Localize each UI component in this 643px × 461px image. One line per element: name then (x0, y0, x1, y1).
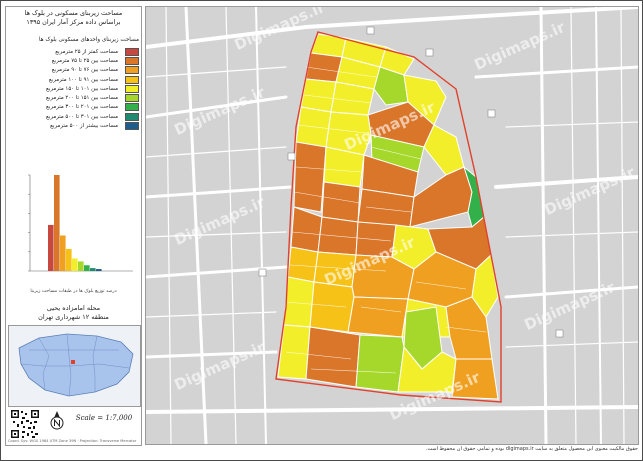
north-arrow-icon (50, 411, 64, 430)
neighborhood-name: محله امامزاده یحیی (46, 304, 101, 312)
legend-item: مساحت بین ۲۵ تا ۷۵ مترمربع (8, 56, 139, 65)
district-name: منطقه ۱۲ شهرداری تهران (38, 313, 109, 321)
panel-title-line2: براساس داده مرکز آمار ایران ۱۳۹۵ (26, 18, 121, 26)
legend-label: مساحت بین ۱۰۱ تا ۱۵۰ مترمربع (45, 85, 118, 92)
legend-swatch (125, 47, 139, 56)
legend-title: مساحت زیربنای واحدهای مسکونی بلوک ها (38, 37, 139, 43)
bar-76-90 (60, 235, 66, 271)
bar-151-200 (78, 261, 84, 271)
legend-item: مساحت بین ۱۵۱ تا ۲۰۰ مترمربع (8, 93, 139, 103)
legend-label: مساحت کمتر از ۲۵ مترمربع (55, 48, 118, 55)
legend-swatch (125, 56, 139, 65)
legend-swatch (125, 103, 139, 112)
legend-item: مساحت بین ۷۶ تا ۹۰ مترمربع (8, 66, 139, 75)
legend-label: مساحت بین ۲۵ تا ۷۵ مترمربع (51, 57, 118, 64)
legend-swatch (125, 112, 139, 121)
panel-title: مساحت زیربنای مسکونی در بلوک ها براساس د… (6, 7, 141, 37)
bar-101-150 (72, 258, 78, 271)
legend-list: مساحت کمتر از ۲۵ مترمربع مساحت بین ۲۵ تا … (8, 47, 139, 131)
legend-swatch (125, 94, 139, 103)
legend-item: مساحت کمتر از ۲۵ مترمربع (8, 47, 139, 56)
chart-axis (29, 175, 133, 272)
legend-swatch (125, 75, 139, 84)
bar-301-500 (90, 268, 96, 271)
legend-label: مساحت بیشتر از ۵۰۰ مترمربع (50, 123, 118, 130)
qr-code (10, 409, 40, 439)
legend-label: مساحت بین ۷۶ تا ۹۰ مترمربع (51, 67, 118, 74)
area-distribution-chart (28, 174, 133, 272)
legend-item: مساحت بیشتر از ۵۰۰ مترمربع (8, 121, 139, 131)
legend-label: مساحت بین ۹۱ تا ۱۰۰ مترمربع (48, 76, 118, 83)
inset-map-svg (9, 326, 140, 406)
legend-item: مساحت بین ۱۰۱ تا ۱۵۰ مترمربع (8, 84, 139, 93)
legend-swatch (125, 122, 139, 131)
scale-text: Scale = 1:7,000 (75, 414, 133, 422)
legend-item: مساحت بین ۲۰۱ تا ۳۰۰ مترمربع (8, 103, 139, 112)
block (293, 141, 327, 213)
bar->500 (96, 269, 102, 271)
legend-label: مساحت بین ۳۰۱ تا ۵۰۰ مترمربع (45, 113, 118, 120)
map-area: Digimaps.ir Digimaps.ir Digimaps.ir Digimap… (145, 6, 639, 445)
bar-25-75 (54, 175, 60, 271)
legend-label: مساحت بین ۲۰۱ تا ۳۰۰ مترمربع (45, 104, 118, 111)
copyright-footer: حقوق مالکیت معنوی این محصول متعلق به سای… (425, 446, 638, 452)
block (347, 296, 409, 338)
bar-<25 (48, 224, 54, 271)
location-inset-map (8, 325, 141, 407)
block (287, 246, 319, 283)
study-area-marker (71, 360, 75, 364)
panel-title-line1: مساحت زیربنای مسکونی در بلوک ها (24, 9, 123, 17)
legend-swatch (125, 66, 139, 75)
projection-credit: Coord. Sys: WGS 1984 UTM Zone 39N · Proj… (8, 439, 137, 443)
block (355, 334, 405, 393)
legend-panel: مساحت زیربنای مسکونی در بلوک ها براساس د… (5, 6, 142, 446)
legend-item: مساحت بین ۳۰۱ تا ۵۰۰ مترمربع (8, 112, 139, 121)
block (309, 281, 355, 333)
bar-201-300 (84, 265, 90, 271)
chart-note: درصد توزیع بلوک ها در طبقات مساحت زیربنا (30, 289, 117, 294)
legend-item: مساحت بین ۹۱ تا ۱۰۰ مترمربع (8, 75, 139, 84)
location-title: محله امامزاده یحیی منطقه ۱۲ شهرداری تهرا… (6, 304, 141, 322)
legend-label: مساحت بین ۱۵۱ تا ۲۰۰ مترمربع (45, 95, 118, 102)
legend-swatch (125, 84, 139, 93)
bar-91-100 (66, 248, 72, 271)
